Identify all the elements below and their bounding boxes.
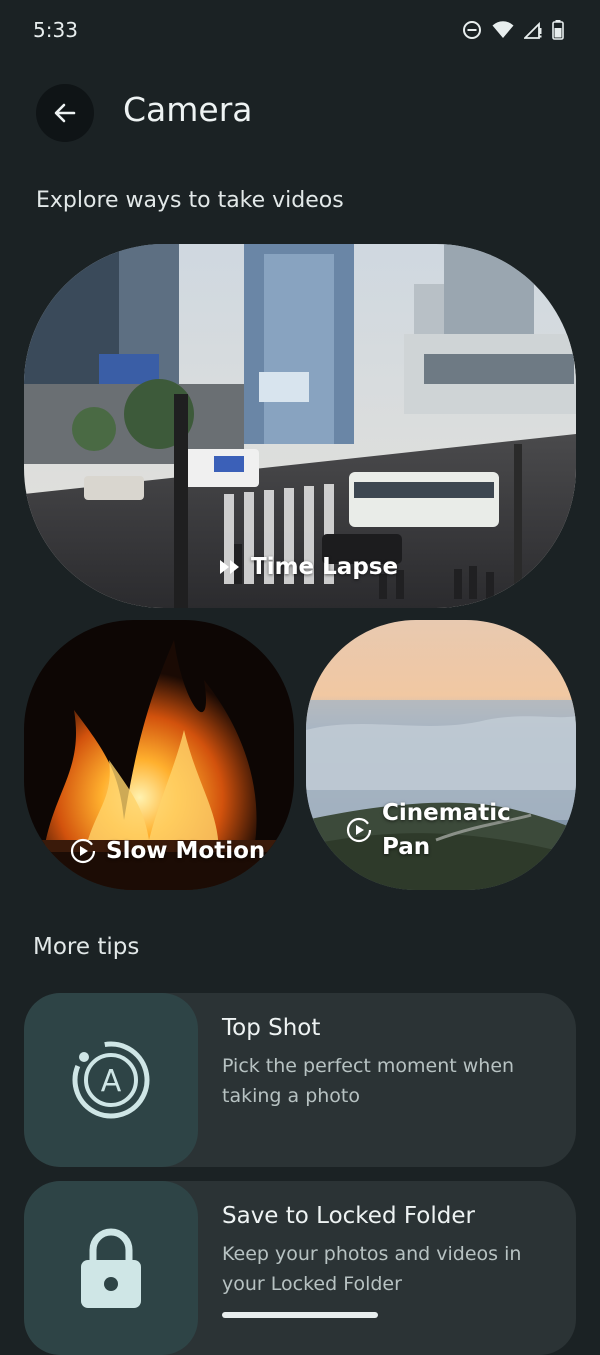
cinematic-pan-line-2: Pan (382, 834, 431, 860)
battery-icon (552, 20, 564, 40)
videos-section-heading: Explore ways to take videos (36, 188, 344, 213)
time-lapse-card[interactable]: Time Lapse (24, 244, 576, 608)
tip-title: Save to Locked Folder (222, 1203, 475, 1229)
page-title: Camera (123, 90, 253, 129)
time-lapse-label-text: Time Lapse (251, 554, 399, 580)
slow-motion-card[interactable]: Slow Motion (24, 620, 294, 890)
back-button[interactable] (36, 84, 94, 142)
play-circle-icon (346, 817, 372, 843)
svg-text:A: A (101, 1064, 122, 1099)
cinematic-pan-label: Cinematic Pan (346, 796, 511, 864)
tip-description: Pick the perfect moment when taking a ph… (222, 1055, 515, 1107)
tip-card-top-shot[interactable]: A Top Shot Pick the perfect moment when … (24, 993, 576, 1167)
slow-motion-label: Slow Motion (70, 838, 265, 864)
status-bar: 5:33 (0, 0, 600, 64)
status-icons (462, 20, 564, 40)
lock-icon (81, 1228, 141, 1308)
gesture-nav-handle[interactable] (222, 1312, 378, 1318)
cinematic-pan-line-1: Cinematic (382, 800, 511, 826)
do-not-disturb-icon (463, 21, 481, 39)
fast-forward-icon (220, 560, 239, 574)
tip-icon-tile: A (24, 993, 198, 1167)
signal-icon (524, 21, 542, 39)
tips-section-heading: More tips (33, 934, 140, 960)
cinematic-pan-card[interactable]: Cinematic Pan (306, 620, 576, 890)
tip-description: Keep your photos and videos in your Lock… (222, 1243, 522, 1295)
tip-title: Top Shot (222, 1015, 321, 1041)
top-shot-icon: A (72, 1041, 150, 1119)
arrow-left-icon (54, 103, 76, 123)
play-circle-icon (70, 838, 96, 864)
wifi-icon (492, 21, 514, 38)
time-lapse-label: Time Lapse (219, 554, 398, 580)
cinematic-pan-label-text: Cinematic Pan (382, 796, 511, 864)
slow-motion-label-text: Slow Motion (106, 838, 266, 864)
status-time: 5:33 (33, 18, 78, 42)
tip-card-locked-folder[interactable]: Save to Locked Folder Keep your photos a… (24, 1181, 576, 1355)
tip-icon-tile (24, 1181, 198, 1355)
